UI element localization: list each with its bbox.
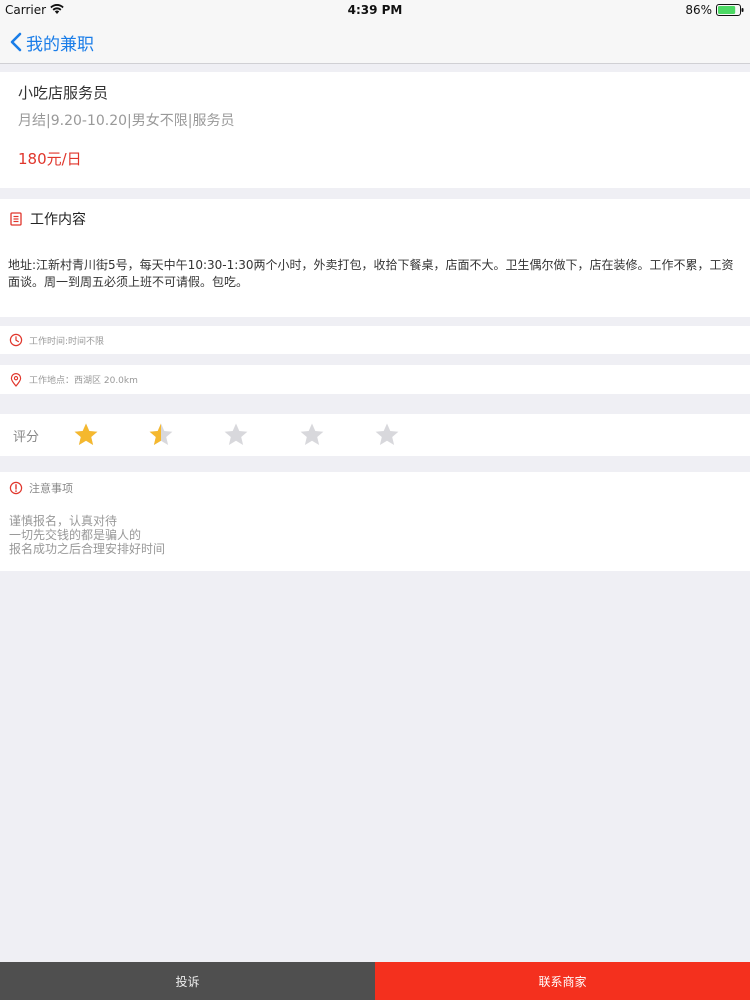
battery-percent: 86%	[685, 3, 712, 17]
work-content-body: 地址:江新村青川街5号，每天中午10:30-1:30两个小时，外卖打包，收拾下餐…	[8, 258, 734, 289]
document-icon	[10, 212, 22, 226]
notes-line: 一切先交钱的都是骗人的	[9, 528, 142, 542]
battery-icon	[716, 4, 744, 16]
notes-line: 谨慎报名，认真对待	[9, 514, 118, 528]
star-icon[interactable]	[298, 421, 326, 449]
work-time-text: 工作时间:时间不限	[29, 336, 105, 347]
star-icon[interactable]	[147, 421, 175, 449]
contact-merchant-button[interactable]: 联系商家	[375, 962, 750, 1000]
work-content-heading: 工作内容	[30, 212, 86, 228]
clock-icon	[9, 333, 23, 347]
work-location-row: 工作地点：西湖区 20.0km	[0, 365, 750, 394]
alert-circle-icon	[9, 481, 23, 495]
work-time-row: 工作时间:时间不限	[0, 326, 750, 354]
work-location-text: 工作地点：西湖区 20.0km	[29, 376, 138, 386]
notes-line: 报名成功之后合理安排好时间	[9, 542, 166, 556]
back-button[interactable]: 我的兼职	[8, 28, 94, 56]
notes-header: 注意事项	[9, 480, 73, 496]
job-title: 小吃店服务员	[18, 84, 109, 102]
notes-list: 谨慎报名，认真对待 一切先交钱的都是骗人的 报名成功之后合理安排好时间	[9, 514, 165, 556]
bottom-action-bar: 投诉 联系商家	[0, 962, 750, 1000]
rating-card: 评分	[0, 414, 750, 456]
notes-card: 注意事项 谨慎报名，认真对待 一切先交钱的都是骗人的 报名成功之后合理安排好时间	[0, 472, 750, 571]
notes-heading: 注意事项	[29, 482, 73, 495]
job-pay: 180元/日	[18, 150, 82, 168]
job-meta: 月结|9.20-10.20|男女不限|服务员	[18, 113, 235, 129]
work-content-header: 工作内容	[10, 209, 86, 229]
location-pin-icon	[10, 372, 22, 387]
star-icon[interactable]	[373, 421, 401, 449]
job-summary-card: 小吃店服务员 月结|9.20-10.20|男女不限|服务员 180元/日	[0, 72, 750, 188]
star-icon[interactable]	[222, 421, 250, 449]
star-icon[interactable]	[72, 421, 100, 449]
status-bar: Carrier 4:39 PM 86%	[0, 0, 750, 20]
rating-label: 评分	[13, 430, 40, 445]
complain-button[interactable]: 投诉	[0, 962, 375, 1000]
status-time: 4:39 PM	[347, 3, 403, 17]
navigation-bar: 我的兼职	[0, 20, 750, 64]
nav-title: 我的兼职	[26, 34, 94, 55]
chevron-left-icon	[10, 32, 22, 52]
work-content-card: 工作内容 地址:江新村青川街5号，每天中午10:30-1:30两个小时，外卖打包…	[0, 199, 750, 317]
